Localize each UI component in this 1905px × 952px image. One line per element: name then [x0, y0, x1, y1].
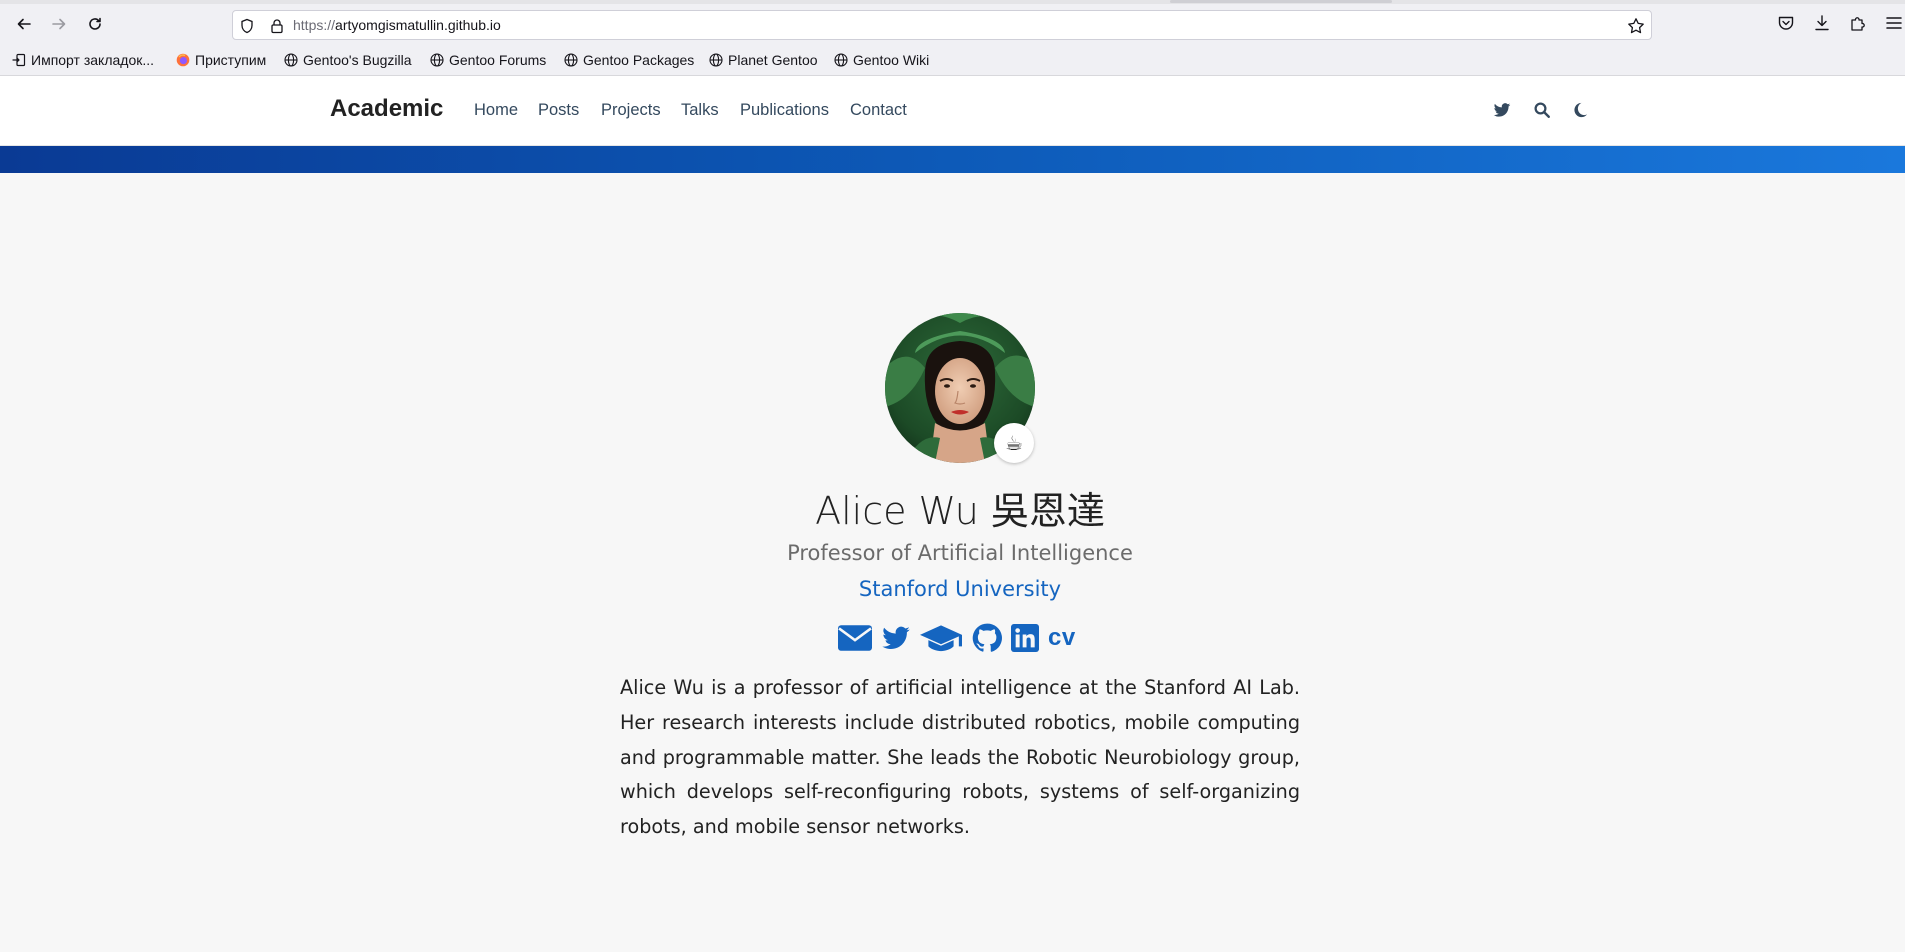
- bookmark-import[interactable]: Импорт закладок...: [12, 51, 154, 69]
- hamburger-icon: [1886, 17, 1902, 29]
- bookmark-label: Импорт закладок...: [31, 52, 155, 68]
- bookmark-getting-started[interactable]: Приступим: [176, 51, 266, 69]
- cv-link[interactable]: cv: [1048, 624, 1076, 652]
- nav-home[interactable]: Home: [474, 101, 518, 120]
- bookmark-gentoo-bugzilla[interactable]: Gentoo's Bugzilla: [284, 51, 412, 69]
- bookmark-gentoo-forums[interactable]: Gentoo Forums: [430, 51, 546, 69]
- globe-icon: [284, 53, 298, 67]
- bookmark-label: Planet Gentoo: [728, 52, 818, 68]
- arrow-right-icon: [52, 18, 66, 30]
- firefox-icon: [176, 53, 190, 67]
- url-text[interactable]: https://artyomgismatullin.github.io: [293, 17, 501, 33]
- search-icon[interactable]: [1532, 100, 1552, 120]
- url-scheme: https://: [293, 17, 336, 33]
- reload-button[interactable]: [79, 8, 111, 40]
- google-scholar-link[interactable]: [920, 621, 962, 655]
- bookmark-label: Gentoo's Bugzilla: [303, 52, 412, 68]
- globe-icon: [834, 53, 848, 67]
- reload-icon: [89, 17, 101, 30]
- profile-organization[interactable]: Stanford University: [0, 577, 1905, 601]
- menu-button[interactable]: [1885, 14, 1905, 34]
- url-bar[interactable]: https://artyomgismatullin.github.io: [232, 10, 1652, 40]
- graduation-cap-icon: [920, 625, 962, 652]
- twitter-icon: [882, 626, 910, 650]
- nav-posts[interactable]: Posts: [538, 101, 579, 120]
- import-icon: [12, 53, 26, 67]
- github-icon: [972, 623, 1002, 652]
- nav-contact[interactable]: Contact: [850, 101, 907, 120]
- puzzle-icon: [1851, 17, 1865, 31]
- pocket-icon: [1778, 16, 1794, 30]
- site-brand[interactable]: Academic: [330, 95, 443, 123]
- bookmark-planet-gentoo[interactable]: Planet Gentoo: [709, 51, 818, 69]
- twitter-link[interactable]: [879, 621, 913, 655]
- bookmark-label: Приступим: [195, 52, 267, 68]
- linkedin-link[interactable]: [1010, 621, 1040, 655]
- star-icon[interactable]: [1627, 17, 1645, 35]
- bookmark-gentoo-wiki[interactable]: Gentoo Wiki: [834, 51, 929, 69]
- bookmark-label: Gentoo Packages: [583, 52, 695, 68]
- nav-publications[interactable]: Publications: [740, 101, 829, 120]
- lock-icon[interactable]: [269, 18, 285, 34]
- shield-icon[interactable]: [239, 18, 255, 34]
- profile-role: Professor of Artificial Intelligence: [787, 541, 1133, 565]
- globe-icon: [430, 53, 444, 67]
- linkedin-icon: [1011, 624, 1039, 652]
- moon-icon[interactable]: [1570, 100, 1590, 120]
- status-emoji: ☕: [994, 423, 1034, 463]
- site-navbar: Academic Home Posts Projects Talks Publi…: [0, 76, 1905, 146]
- back-button[interactable]: [8, 8, 40, 40]
- email-link[interactable]: [838, 621, 872, 655]
- bookmark-gentoo-packages[interactable]: Gentoo Packages: [564, 51, 694, 69]
- profile-name: Alice Wu 吳恩達: [815, 489, 1105, 533]
- nav-talks[interactable]: Talks: [681, 101, 719, 120]
- bookmark-label: Gentoo Forums: [449, 52, 547, 68]
- globe-icon: [709, 53, 723, 67]
- hero-band: [0, 146, 1905, 173]
- envelope-icon: [838, 625, 872, 651]
- github-link[interactable]: [971, 621, 1003, 655]
- twitter-icon[interactable]: [1492, 100, 1512, 120]
- active-tab-indicator[interactable]: [1170, 0, 1392, 3]
- url-host: artyomgismatullin.github.io: [335, 17, 501, 33]
- bookmark-label: Gentoo Wiki: [853, 52, 930, 68]
- globe-icon: [564, 53, 578, 67]
- forward-button[interactable]: [43, 8, 75, 40]
- nav-projects[interactable]: Projects: [601, 101, 661, 120]
- bookmarks-toolbar: Импорт закладок... Приступим Gentoo's Bu…: [0, 44, 1905, 76]
- extensions-button[interactable]: [1849, 14, 1869, 34]
- downloads-button[interactable]: [1813, 14, 1833, 34]
- profile-bio: Alice Wu is a professor of artificial in…: [620, 676, 1300, 839]
- arrow-left-icon: [17, 18, 31, 30]
- pocket-button[interactable]: [1777, 14, 1797, 34]
- download-icon: [1815, 15, 1829, 31]
- browser-toolbar: https://artyomgismatullin.github.io: [0, 4, 1905, 44]
